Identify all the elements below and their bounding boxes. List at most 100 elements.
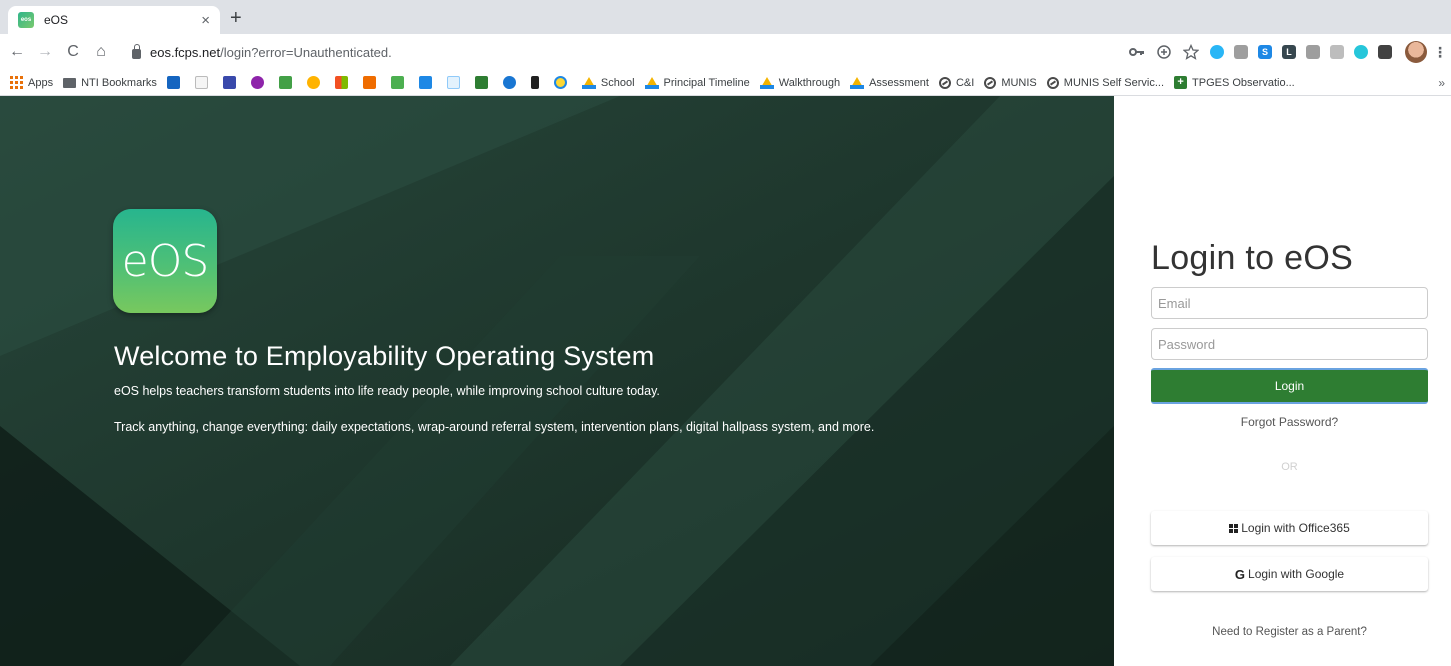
bookmark-c-and-i[interactable]: C&I	[938, 76, 975, 89]
bookmark-favicon-icon	[390, 76, 404, 89]
munis-icon	[938, 76, 951, 89]
google-drive-icon	[644, 76, 659, 89]
bookmark-label: School	[600, 76, 635, 89]
bookmark-favicon-icon	[530, 76, 539, 89]
bookmark-label: Apps	[28, 76, 54, 89]
bookmark-munis[interactable]: MUNIS	[984, 76, 1037, 89]
key-icon[interactable]	[1129, 45, 1145, 59]
bookmark-label: Assessment	[869, 76, 929, 89]
hero-tagline: Track anything, change everything: daily…	[114, 420, 875, 434]
browser-tab[interactable]: eos eOS ×	[8, 6, 220, 34]
email-field[interactable]	[1151, 287, 1428, 319]
bookmark-favicon-icon	[418, 76, 432, 89]
login-panel: Login to eOS Login Forgot Password? OR L…	[1114, 96, 1451, 666]
browser-toolbar: ← → C ⌂ eos.fcps.net/login?error=Unauthe…	[0, 34, 1451, 70]
profile-avatar[interactable]	[1405, 41, 1427, 63]
hero-background-image	[0, 96, 1114, 666]
lock-icon[interactable]	[132, 43, 141, 59]
bookmark-walkthrough[interactable]: Walkthrough	[759, 76, 841, 89]
munis-icon	[1046, 76, 1059, 89]
extension-gray-icon[interactable]	[1234, 45, 1248, 59]
home-button[interactable]: ⌂	[90, 43, 112, 61]
extension-teal-icon[interactable]	[1354, 45, 1368, 59]
bookmark-school[interactable]: School	[581, 76, 635, 89]
bookmark-munis-self-service[interactable]: MUNIS Self Servic...	[1046, 76, 1165, 89]
plus-box-icon: +	[1174, 76, 1188, 89]
bookmark-favicon-icon	[278, 76, 292, 89]
more-bookmarks-icon[interactable]: »	[1438, 70, 1445, 95]
login-title: Login to eOS	[1151, 239, 1354, 277]
login-button[interactable]: Login	[1151, 368, 1428, 404]
bookmark-apps[interactable]: Apps	[10, 76, 53, 89]
extension-l-icon[interactable]: L	[1282, 45, 1296, 59]
bookmark-icon-only[interactable]	[418, 76, 437, 89]
forward-button[interactable]: →	[34, 43, 56, 61]
bookmark-icon-only[interactable]	[362, 76, 381, 89]
extension-screen-icon[interactable]	[1306, 45, 1320, 59]
windows-icon	[1229, 523, 1239, 533]
bookmark-nti-bookmarks[interactable]: NTI Bookmarks	[63, 77, 157, 89]
bookmark-favicon-icon	[446, 76, 460, 89]
tab-close-icon[interactable]: ×	[201, 12, 210, 29]
bookmark-principal-timeline[interactable]: Principal Timeline	[644, 76, 750, 89]
hero-section: eOS Welcome to Employability Operating S…	[0, 96, 1114, 666]
bookmark-label: MUNIS Self Servic...	[1063, 76, 1165, 89]
bookmark-icon-only[interactable]	[222, 76, 241, 89]
login-google-button[interactable]: G Login with Google	[1151, 557, 1428, 591]
reload-button[interactable]: C	[62, 43, 84, 61]
google-drive-icon	[581, 76, 596, 89]
tab-title: eOS	[44, 13, 69, 27]
extension-arrows-icon[interactable]	[1330, 45, 1344, 59]
logo-text: eOS	[121, 235, 210, 287]
browser-tabstrip: eos eOS × +	[0, 0, 1451, 34]
bookmark-icon-only[interactable]	[390, 76, 409, 89]
bookmark-icon-only[interactable]	[502, 76, 521, 89]
zoom-icon[interactable]	[1156, 44, 1172, 60]
bookmark-icon-only[interactable]	[166, 76, 185, 89]
bookmark-label: Walkthrough	[778, 76, 841, 89]
google-drive-icon	[759, 76, 774, 89]
new-tab-button[interactable]: +	[230, 8, 242, 28]
bookmark-favicon-icon	[250, 76, 264, 89]
bookmark-icon-only[interactable]	[278, 76, 297, 89]
bookmark-favicon-icon	[166, 76, 180, 89]
back-button[interactable]: ←	[6, 43, 28, 61]
extension-s-icon[interactable]: S	[1258, 45, 1272, 59]
google-button-label: Login with Google	[1248, 567, 1345, 581]
bookmark-icon-only[interactable]	[530, 76, 544, 89]
google-g-icon: G	[1234, 566, 1246, 582]
hero-subtitle: eOS helps teachers transform students in…	[114, 384, 660, 398]
menu-kebab-icon[interactable]: ⋮	[1433, 44, 1447, 61]
password-field[interactable]	[1151, 328, 1428, 360]
bookmark-icon-only[interactable]	[474, 76, 493, 89]
folder-icon	[63, 77, 77, 88]
eos-favicon-icon: eos	[18, 12, 34, 28]
bookmark-favicon-icon	[334, 76, 348, 89]
office-button-label: Login with Office365	[1241, 521, 1350, 535]
bookmark-tpges-observation[interactable]: + TPGES Observatio...	[1174, 76, 1295, 89]
munis-icon	[984, 76, 997, 89]
bookmark-icon-only[interactable]	[306, 76, 325, 89]
bookmark-favicon-icon	[194, 76, 208, 89]
extension-grid-icon[interactable]	[1378, 45, 1392, 59]
bookmark-icon-only[interactable]	[250, 76, 269, 89]
bookmark-icon-only[interactable]	[446, 76, 465, 89]
forgot-password-link[interactable]: Forgot Password?	[1151, 415, 1428, 429]
bookmark-icon-only[interactable]	[334, 76, 353, 89]
login-office365-button[interactable]: Login with Office365	[1151, 511, 1428, 545]
bookmark-assessment[interactable]: Assessment	[850, 76, 929, 89]
or-divider: OR	[1281, 461, 1298, 473]
bookmarks-bar: Apps NTI Bookmarks School Principal Time…	[0, 70, 1451, 96]
bookmark-label: TPGES Observatio...	[1192, 76, 1295, 89]
bookmark-label: MUNIS	[1001, 76, 1037, 89]
bookmark-icon-only[interactable]	[553, 76, 572, 89]
bookmark-label: C&I	[955, 76, 975, 89]
hero-title: Welcome to Employability Operating Syste…	[114, 341, 655, 371]
bookmark-favicon-icon	[502, 76, 516, 89]
bookmark-icon-only[interactable]	[194, 76, 213, 89]
bookmark-favicon-icon	[306, 76, 320, 89]
bookmark-star-icon[interactable]	[1183, 44, 1199, 60]
register-parent-link[interactable]: Need to Register as a Parent?	[1151, 626, 1428, 638]
bookmark-favicon-icon	[474, 76, 488, 89]
extension-blue-icon[interactable]	[1210, 45, 1224, 59]
